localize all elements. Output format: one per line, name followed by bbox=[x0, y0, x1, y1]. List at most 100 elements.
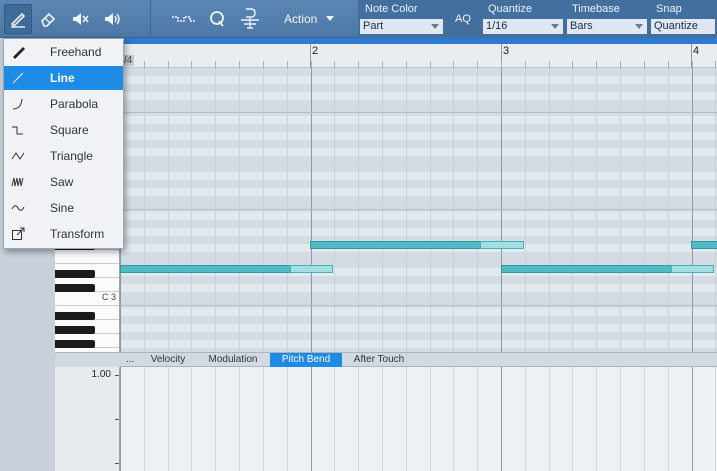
midi-note[interactable] bbox=[691, 241, 717, 249]
automation-lane-scale: 1.00 bbox=[55, 367, 120, 471]
midi-note[interactable] bbox=[120, 265, 292, 273]
black-key[interactable] bbox=[55, 326, 95, 334]
action-menu-button[interactable]: Action bbox=[274, 8, 354, 30]
quantize-select[interactable]: 1/16 bbox=[483, 19, 563, 34]
note-grid[interactable] bbox=[120, 68, 717, 352]
dropdown-arrow-icon bbox=[431, 24, 439, 29]
beat-line bbox=[453, 68, 454, 352]
snap-select[interactable]: Quantize bbox=[651, 19, 715, 34]
ruler-subdivision-tick bbox=[430, 61, 431, 68]
menu-item-parabola[interactable]: Parabola bbox=[4, 92, 123, 116]
tab-more[interactable]: ... bbox=[120, 353, 140, 367]
bar-number-4: 4 bbox=[693, 45, 700, 57]
black-key-lane bbox=[120, 252, 717, 260]
beat-line bbox=[453, 367, 454, 471]
beat-line bbox=[549, 68, 550, 352]
tab-after-touch[interactable]: After Touch bbox=[342, 353, 416, 367]
timebase-select[interactable]: Bars bbox=[567, 19, 647, 34]
beat-line bbox=[406, 68, 407, 352]
note-color-select[interactable]: Part bbox=[360, 19, 443, 34]
black-key[interactable] bbox=[55, 312, 95, 320]
beat-line bbox=[215, 68, 216, 352]
menu-item-saw[interactable]: Saw bbox=[4, 170, 123, 194]
beat-line bbox=[477, 367, 478, 471]
beat-line bbox=[358, 68, 359, 352]
octave-line bbox=[120, 209, 717, 210]
pencil-icon bbox=[10, 12, 26, 28]
ruler-subdivision-tick bbox=[453, 61, 454, 68]
beat-line bbox=[430, 367, 431, 471]
note-color-value: Part bbox=[363, 20, 384, 32]
menu-item-freehand[interactable]: Freehand bbox=[4, 40, 123, 64]
timebase-value: Bars bbox=[570, 20, 593, 32]
midi-note-selected-part[interactable] bbox=[480, 241, 524, 249]
white-key[interactable] bbox=[55, 250, 119, 264]
menu-item-label: Transform bbox=[50, 227, 105, 241]
pitch-bend-lane[interactable] bbox=[120, 367, 717, 471]
quantize-line-button[interactable] bbox=[168, 4, 200, 34]
scale-tick bbox=[115, 463, 119, 464]
beat-line bbox=[382, 367, 383, 471]
black-key-lane bbox=[120, 124, 717, 132]
draw-tool-button[interactable] bbox=[4, 4, 32, 34]
menu-item-label: Square bbox=[50, 123, 89, 137]
beat-line bbox=[620, 68, 621, 352]
mute-tool-button[interactable] bbox=[66, 4, 94, 34]
automation-tabs: ... Velocity Modulation Pitch Bend After… bbox=[120, 352, 717, 367]
black-key-lane bbox=[120, 196, 717, 204]
ruler-subdivision-tick bbox=[239, 61, 240, 68]
beat-line bbox=[358, 367, 359, 471]
auto-quantize-button[interactable]: AQ bbox=[455, 13, 471, 25]
quantize-button[interactable] bbox=[204, 4, 230, 34]
beat-line bbox=[715, 68, 716, 352]
ruler-subdivision-tick bbox=[358, 61, 359, 68]
beat-line bbox=[144, 68, 145, 352]
scale-tool-button[interactable] bbox=[234, 4, 266, 34]
beat-line bbox=[644, 68, 645, 352]
scale-icon bbox=[241, 8, 259, 29]
beat-line bbox=[715, 367, 716, 471]
black-key[interactable] bbox=[55, 340, 95, 348]
scale-tick bbox=[115, 419, 119, 420]
black-key[interactable] bbox=[55, 284, 95, 292]
beat-line bbox=[525, 367, 526, 471]
loop-range-bar[interactable] bbox=[120, 38, 717, 44]
black-key-lane bbox=[120, 100, 717, 108]
ruler-subdivision-tick bbox=[715, 61, 716, 68]
speaker-icon bbox=[105, 13, 120, 25]
beat-line bbox=[596, 68, 597, 352]
beat-line bbox=[382, 68, 383, 352]
tab-velocity[interactable]: Velocity bbox=[140, 353, 196, 367]
note-color-label: Note Color bbox=[365, 3, 418, 15]
mute-speaker-icon bbox=[73, 13, 89, 25]
draw-mode-menu: Freehand Line Parabola Square Triangle S… bbox=[3, 38, 124, 249]
beat-line bbox=[620, 367, 621, 471]
black-key-lane bbox=[120, 276, 717, 284]
menu-item-sine[interactable]: Sine bbox=[4, 196, 123, 220]
beat-line bbox=[263, 68, 264, 352]
midi-note[interactable] bbox=[501, 265, 673, 273]
beat-line bbox=[477, 68, 478, 352]
menu-item-triangle[interactable]: Triangle bbox=[4, 144, 123, 168]
ruler-subdivision-tick bbox=[263, 61, 264, 68]
beat-line bbox=[525, 68, 526, 352]
midi-note[interactable] bbox=[310, 241, 482, 249]
dropdown-arrow-icon bbox=[635, 24, 643, 29]
ruler-subdivision-tick bbox=[382, 61, 383, 68]
midi-note-selected-part[interactable] bbox=[290, 265, 333, 273]
midi-note-selected-part[interactable] bbox=[671, 265, 714, 273]
menu-item-line[interactable]: Line bbox=[4, 66, 123, 90]
tab-modulation[interactable]: Modulation bbox=[200, 353, 266, 367]
ruler-subdivision-tick bbox=[549, 61, 550, 68]
eraser-tool-button[interactable] bbox=[34, 4, 62, 34]
black-key[interactable] bbox=[55, 270, 95, 278]
snap-value: Quantize bbox=[654, 20, 699, 32]
beat-line bbox=[572, 367, 573, 471]
tab-pitch-bend[interactable]: Pitch Bend bbox=[270, 353, 342, 367]
menu-item-transform[interactable]: Transform bbox=[4, 222, 123, 246]
menu-item-label: Saw bbox=[50, 175, 74, 189]
listen-tool-button[interactable] bbox=[98, 4, 126, 34]
beat-line bbox=[191, 367, 192, 471]
menu-item-square[interactable]: Square bbox=[4, 118, 123, 142]
timeline-ruler[interactable]: /4 2 3 4 bbox=[120, 38, 717, 68]
